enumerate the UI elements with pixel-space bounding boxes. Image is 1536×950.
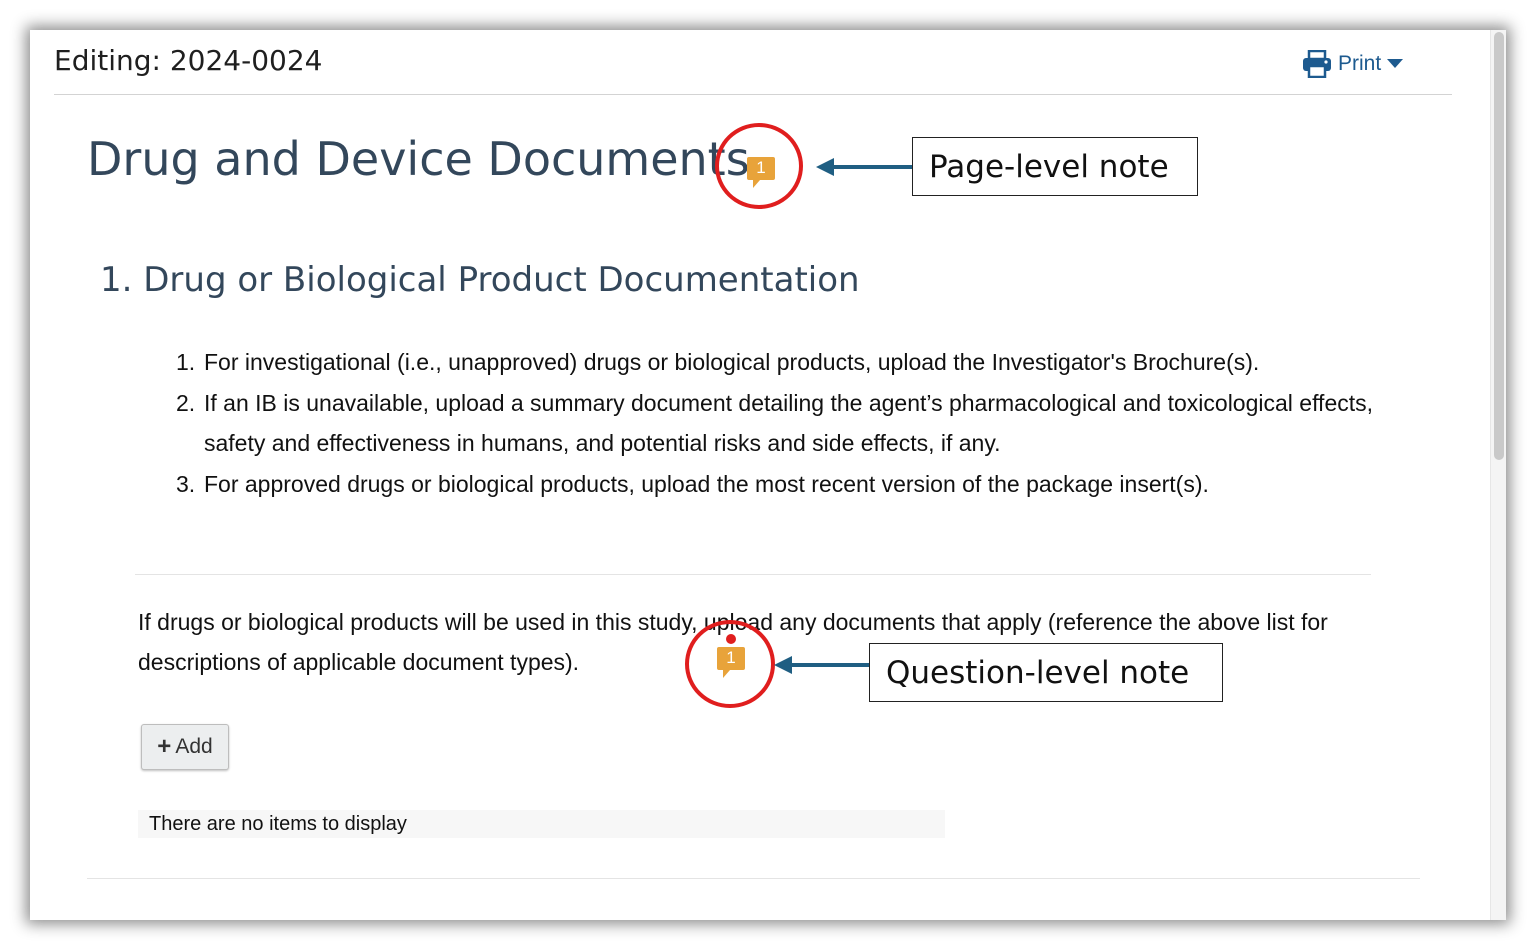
list-item-text: If an IB is unavailable, upload a summar…	[204, 389, 1374, 457]
bottom-divider	[87, 878, 1420, 879]
unread-dot	[726, 634, 736, 644]
list-item: 1. For investigational (i.e., unapproved…	[176, 342, 1394, 383]
page-note-count: 1	[756, 158, 766, 177]
list-item: 3. For approved drugs or biological prod…	[176, 464, 1394, 505]
add-button-label: Add	[175, 735, 213, 758]
page-note-button[interactable]: 1	[746, 156, 776, 190]
question-note-arrow	[774, 656, 872, 674]
page-note-arrow	[816, 158, 914, 176]
header-divider	[54, 94, 1452, 95]
vertical-scrollbar[interactable]	[1490, 30, 1506, 920]
question-note-callout: Question-level note	[869, 643, 1223, 702]
print-label: Print	[1338, 52, 1382, 75]
list-item-number: 3.	[176, 470, 196, 497]
list-item-text: For approved drugs or biological product…	[204, 470, 1209, 497]
list-item-number: 1.	[176, 349, 196, 375]
caret-down-icon	[1387, 59, 1404, 68]
list-item-number: 2.	[176, 389, 196, 416]
list-item: 2. If an IB is unavailable, upload a sum…	[176, 383, 1394, 464]
printer-icon	[1303, 50, 1331, 78]
question-note-button[interactable]: 1	[716, 646, 746, 680]
question-note-count: 1	[726, 648, 736, 667]
instruction-list: 1. For investigational (i.e., unapproved…	[176, 342, 1394, 505]
scrollbar-thumb[interactable]	[1494, 32, 1504, 460]
page-title: Drug and Device Documents	[87, 132, 750, 186]
page-note-callout: Page-level note	[912, 137, 1198, 196]
add-button[interactable]: + Add	[141, 724, 229, 770]
section-divider	[135, 574, 1371, 575]
plus-icon: +	[157, 733, 172, 760]
list-item-text: For investigational (i.e., unapproved) d…	[204, 349, 1260, 375]
empty-state-message: There are no items to display	[138, 810, 945, 838]
app-window: Editing: 2024-0024 Print Drug and Device…	[30, 30, 1506, 920]
editing-title: Editing: 2024-0024	[54, 44, 323, 77]
section-title: 1. Drug or Biological Product Documentat…	[100, 260, 860, 300]
print-button[interactable]: Print	[1302, 46, 1404, 82]
